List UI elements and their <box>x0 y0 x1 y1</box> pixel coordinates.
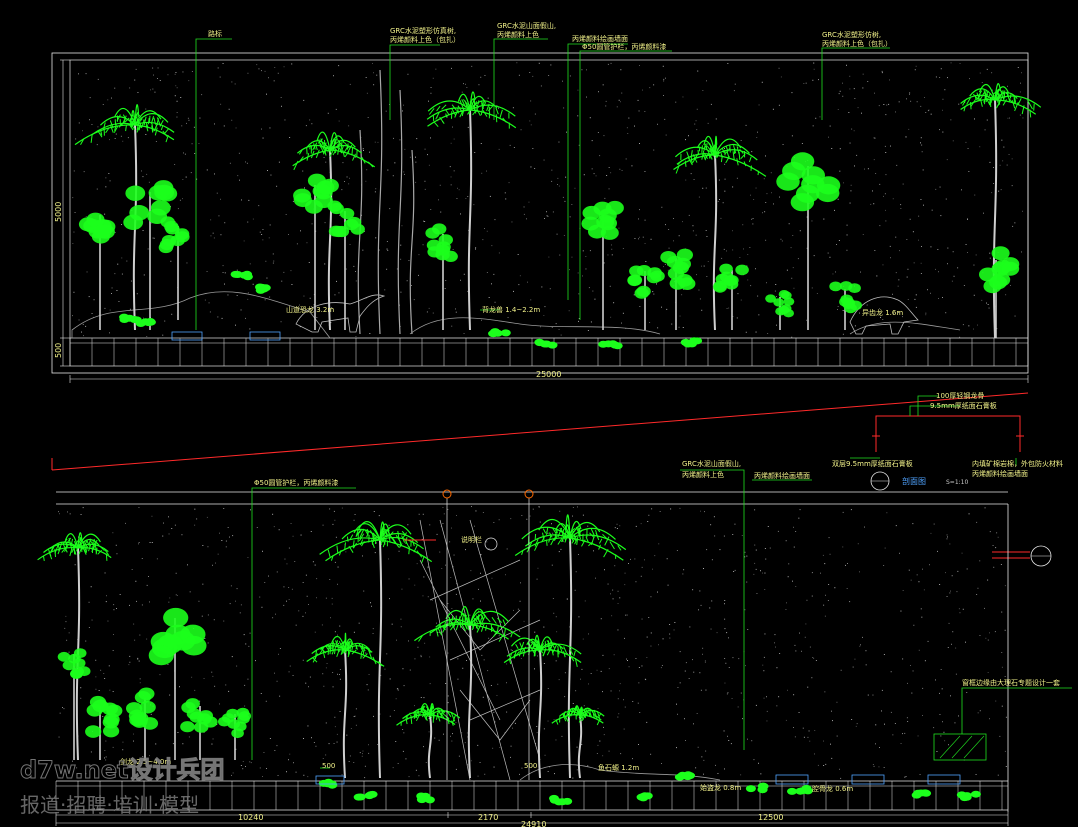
lower-label-grc-rock-2: 丙烯颜料上色 <box>682 470 724 479</box>
lower-annotation-dinosaur-4: 腔骨龙 0.6m <box>812 784 853 793</box>
section-label-fill: 内填矿棉岩棉，外包防火材料 <box>972 459 1063 468</box>
upper-annotation-dinosaur-2: 背龙兽 1.4~2.2m <box>482 305 540 314</box>
lower-label-grc-rock-1: GRC水泥山面假山, <box>682 459 741 468</box>
lower-label-right-note: 窗框边缘由大理石专题设计一套 <box>962 678 1060 687</box>
section-label-double-gypsum: 双层9.5mm厚纸面石膏板 <box>832 459 913 468</box>
upper-label-grc-tree-2: 丙烯颜料上色（包扎） <box>390 35 460 44</box>
lower-dim-seg-1: 10240 <box>238 813 263 822</box>
section-label-paint: 丙烯颜料绘画墙面 <box>972 469 1028 478</box>
upper-label-railing: Φ50圆管护栏，丙烯颜料漆 <box>582 42 666 51</box>
upper-label-grc-rock-1: GRC水泥山面假山, <box>497 21 556 30</box>
upper-label-grc-tree-1: GRC水泥塑形仿真树, <box>390 26 456 35</box>
upper-dim-total-width: 25000 <box>536 370 561 379</box>
upper-dim-height: 5000 <box>54 202 63 222</box>
lower-annotation-dinosaur-2: 鱼石螈 1.2m <box>598 763 639 772</box>
upper-annotation-dinosaur-1: 山道恐龙 3.2m <box>286 305 334 314</box>
section-label-gypsum: 9.5mm厚纸面石膏板 <box>930 401 997 410</box>
upper-annotation-dinosaur-3: 异齿龙 1.6m <box>862 308 903 317</box>
lower-dim-base-2: 500 <box>524 762 537 770</box>
lower-label-tree-tag: 说明栏 <box>461 535 482 544</box>
section-label-steel-stud: 100厚轻钢龙骨 <box>936 391 984 400</box>
upper-label-signpost: 路标 <box>208 29 222 38</box>
lower-annotation-dinosaur-3: 始盗龙 0.8m <box>700 783 741 792</box>
lower-label-wall-paint: 丙烯颜料绘画墙面 <box>754 471 810 480</box>
upper-label-grc-tree-b-1: GRC水泥塑形仿树, <box>822 30 881 39</box>
lower-dim-seg-3: 12500 <box>758 813 783 822</box>
upper-label-wall-paint: 丙烯颜料绘画墙面 <box>572 34 628 43</box>
lower-dim-total-width: 24910 <box>521 820 546 827</box>
cad-drawing-canvas: 路标 GRC水泥塑形仿真树, 丙烯颜料上色（包扎） GRC水泥山面假山, 丙烯颜… <box>0 0 1078 827</box>
lower-dim-seg-2: 2170 <box>478 813 498 822</box>
watermark-line-2: 报道·招聘·培训·模型 <box>20 793 199 817</box>
section-title: 剖面图 <box>902 476 926 486</box>
upper-label-grc-tree-b-2: 丙烯颜料上色（包扎） <box>822 39 892 48</box>
upper-label-grc-rock-2: 丙烯颜料上色 <box>497 30 539 39</box>
lower-label-railing: Φ50圆管护栏，丙烯颜料漆 <box>254 478 338 487</box>
upper-dim-base: 500 <box>54 343 63 358</box>
section-scale: S=1:10 <box>946 479 968 486</box>
watermark-line-1: d7w.net设计兵团 <box>20 756 224 784</box>
lower-dim-base-1: 500 <box>322 762 335 770</box>
